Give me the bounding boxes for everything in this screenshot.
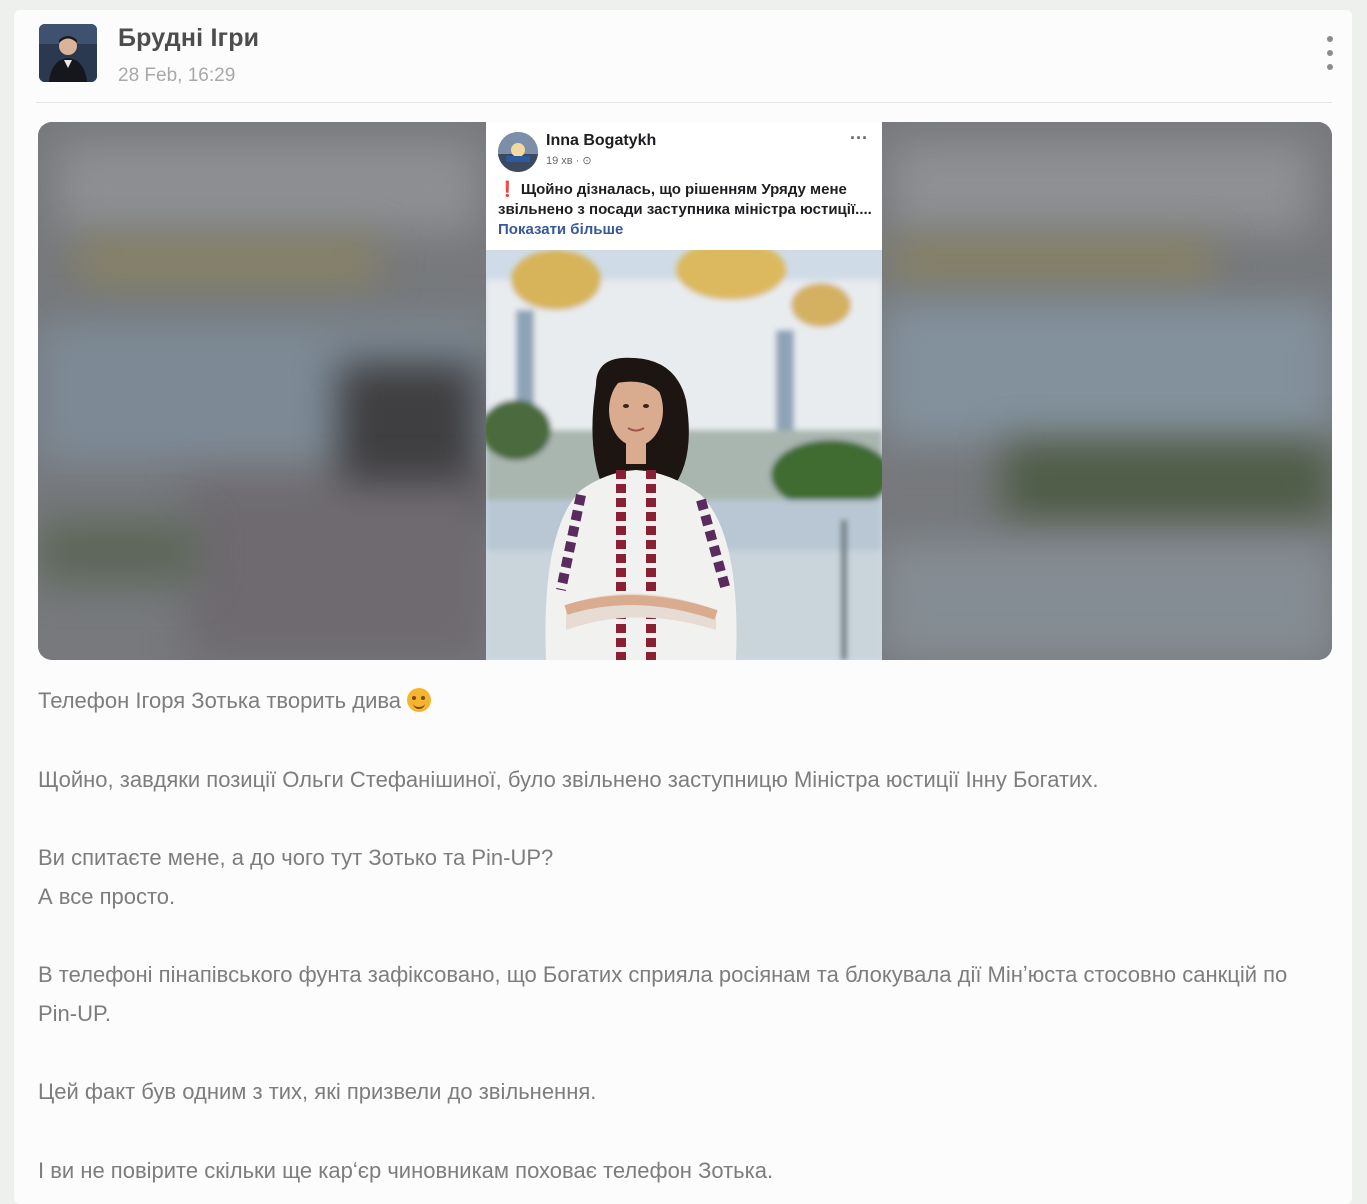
dot-icon (1327, 50, 1333, 56)
post-body: Телефон Ігоря Зотька творить дива Щойно,… (38, 682, 1332, 1190)
post-timestamp: 28 Feb, 16:29 (118, 65, 236, 86)
dot-icon (1327, 64, 1333, 70)
facebook-post-screenshot: Inna Bogatykh 19 хв · ⊙ ··· ❗ Щойно дізн… (486, 122, 882, 660)
fb-post-text: ❗ Щойно дізналась, що рішенням Уряду мен… (498, 180, 872, 240)
post-card: Брудні Ігри 28 Feb, 16:29 Inna Bogatykh … (14, 10, 1352, 1204)
fb-author-avatar (498, 132, 538, 172)
dot-icon (1327, 36, 1333, 42)
fb-post-meta: 19 хв · ⊙ (546, 155, 592, 167)
header-divider (36, 102, 1332, 103)
more-options-button[interactable] (1320, 36, 1340, 70)
fb-more-icon: ··· (850, 128, 868, 148)
blurred-background-right (882, 122, 1332, 660)
post-paragraph: Цей факт був одним з тих, які призвели д… (38, 1079, 597, 1104)
fb-post-photo (486, 250, 882, 660)
channel-avatar[interactable] (39, 24, 97, 82)
blurred-background-left (38, 122, 486, 660)
woman-portrait-photo (486, 250, 882, 660)
channel-name[interactable]: Брудні Ігри (118, 24, 259, 53)
fb-post-body: Щойно дізналась, що рішенням Уряду мене … (498, 181, 872, 218)
fb-avatar-image (498, 132, 538, 172)
post-media[interactable]: Inna Bogatykh 19 хв · ⊙ ··· ❗ Щойно дізн… (38, 122, 1332, 660)
avatar-image (39, 24, 97, 82)
exclamation-icon: ❗ (498, 181, 517, 198)
post-paragraph: І ви не повірите скільки ще карʻєр чинов… (38, 1157, 774, 1183)
fb-show-more-link: Показати більше (498, 221, 624, 238)
post-header: Брудні Ігри 28 Feb, 16:29 (14, 10, 1352, 102)
post-paragraph: В телефоні пінапівського фунта зафіксова… (38, 962, 1288, 1026)
post-paragraph: Ви спитаєте мене, а до чого тут Зотько т… (38, 845, 554, 870)
fb-author-name: Inna Bogatykh (546, 132, 657, 149)
post-paragraph: Телефон Ігоря Зотька творить дива (38, 682, 1332, 721)
post-paragraph: А все просто. (38, 883, 176, 909)
wink-tongue-emoji-icon (407, 688, 432, 712)
post-paragraph: Щойно, завдяки позиції Ольги Стефанішино… (38, 766, 1099, 792)
